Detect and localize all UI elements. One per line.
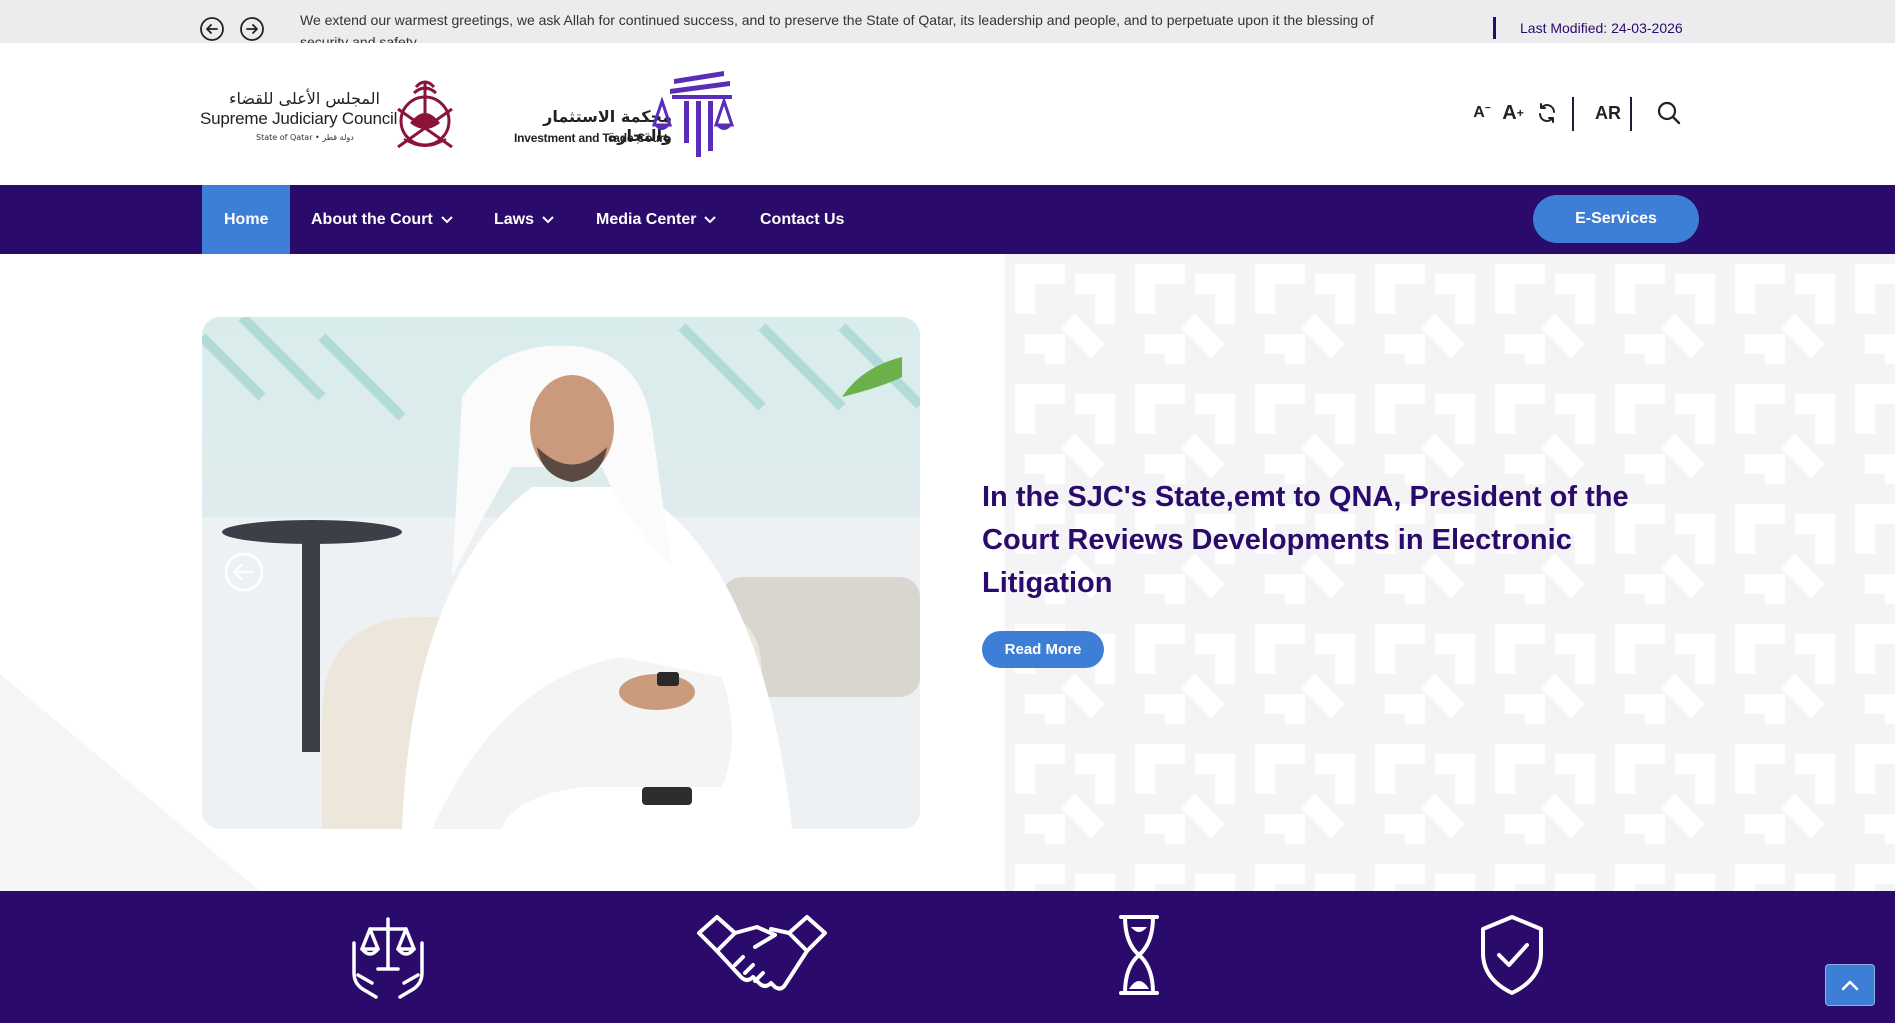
scroll-to-top-button[interactable]	[1825, 964, 1875, 1006]
feature-partnership[interactable]	[692, 913, 832, 1003]
sjc-logo-sub: State of Qatar • دولة قطر	[256, 133, 354, 142]
search-button[interactable]	[1652, 93, 1686, 133]
shield-check-icon	[1481, 915, 1543, 995]
handshake-icon	[697, 915, 827, 991]
court-pillars-icon	[652, 71, 735, 157]
nav-laws-label: Laws	[494, 210, 535, 228]
sjc-logo-english: Supreme Judiciary Council	[200, 109, 398, 128]
chevron-down-icon	[441, 215, 453, 223]
slide-prev-button[interactable]	[222, 550, 266, 594]
feature-speed[interactable]	[1069, 913, 1209, 1003]
sjc-logo-arabic: المجلس الأعلى للقضاء	[228, 89, 380, 108]
e-services-button[interactable]: E-Services	[1533, 195, 1699, 243]
top-announcement-bar: We extend our warmest greetings, we ask …	[0, 0, 1895, 50]
qatar-emblem-icon	[397, 80, 453, 149]
nav-contact-label: Contact Us	[760, 210, 845, 228]
last-modified-date: 24-03-2026	[1611, 20, 1683, 36]
arrow-left-icon	[224, 552, 264, 592]
justice-scales-hands-icon	[352, 917, 424, 999]
refresh-icon	[1539, 103, 1555, 123]
nav-media-center[interactable]: Media Center	[596, 185, 717, 254]
ticker-next-button[interactable]	[239, 16, 265, 42]
language-switch-button[interactable]: AR	[1588, 93, 1628, 133]
main-navigation: Home About the Court Laws Media Center C…	[0, 185, 1895, 254]
chevron-up-icon	[1841, 980, 1859, 991]
site-header: المجلس الأعلى للقضاء Supreme Judiciary C…	[0, 43, 1895, 185]
nav-about-the-court[interactable]: About the Court	[311, 185, 453, 254]
search-icon	[1657, 101, 1681, 125]
feature-justice[interactable]	[318, 913, 458, 1003]
font-increase-label: A	[1502, 101, 1517, 124]
feature-integrity[interactable]	[1442, 913, 1582, 1003]
font-decrease-label: A	[1473, 104, 1485, 121]
nav-home[interactable]: Home	[202, 185, 291, 254]
nav-laws[interactable]: Laws	[494, 185, 554, 254]
nav-home-label: Home	[224, 210, 269, 228]
read-more-button[interactable]: Read More	[982, 631, 1104, 668]
hourglass-icon	[1119, 915, 1159, 995]
nav-media-label: Media Center	[596, 210, 697, 228]
ticker-prev-button[interactable]	[199, 16, 225, 42]
slide-title[interactable]: In the SJC's State,emt to QNA, President…	[982, 476, 1662, 605]
itc-logo-english: Investment and Trade Court	[514, 131, 668, 145]
hero-slider: In the SJC's State,emt to QNA, President…	[0, 254, 1895, 891]
sjc-logo[interactable]: المجلس الأعلى للقضاء Supreme Judiciary C…	[200, 73, 460, 163]
divider	[1572, 97, 1574, 131]
font-increase-button[interactable]: A +	[1500, 93, 1526, 133]
arrow-left-circle-icon	[200, 17, 224, 41]
chevron-down-icon	[542, 215, 554, 223]
last-modified: Last Modified: 24-03-2026	[1493, 17, 1683, 39]
font-reset-button[interactable]	[1532, 93, 1562, 133]
nav-contact-us[interactable]: Contact Us	[760, 185, 844, 254]
chevron-down-icon	[704, 215, 717, 223]
divider	[1630, 97, 1632, 131]
nav-about-label: About the Court	[311, 210, 433, 228]
last-modified-label: Last Modified:	[1520, 20, 1608, 36]
features-band	[0, 891, 1895, 1023]
itc-logo[interactable]: محكمة الاستثمار والتجارة Investment and …	[512, 65, 742, 165]
arrow-right-circle-icon	[240, 17, 264, 41]
slide-photo	[202, 317, 920, 829]
font-decrease-button[interactable]: A −	[1470, 93, 1494, 133]
